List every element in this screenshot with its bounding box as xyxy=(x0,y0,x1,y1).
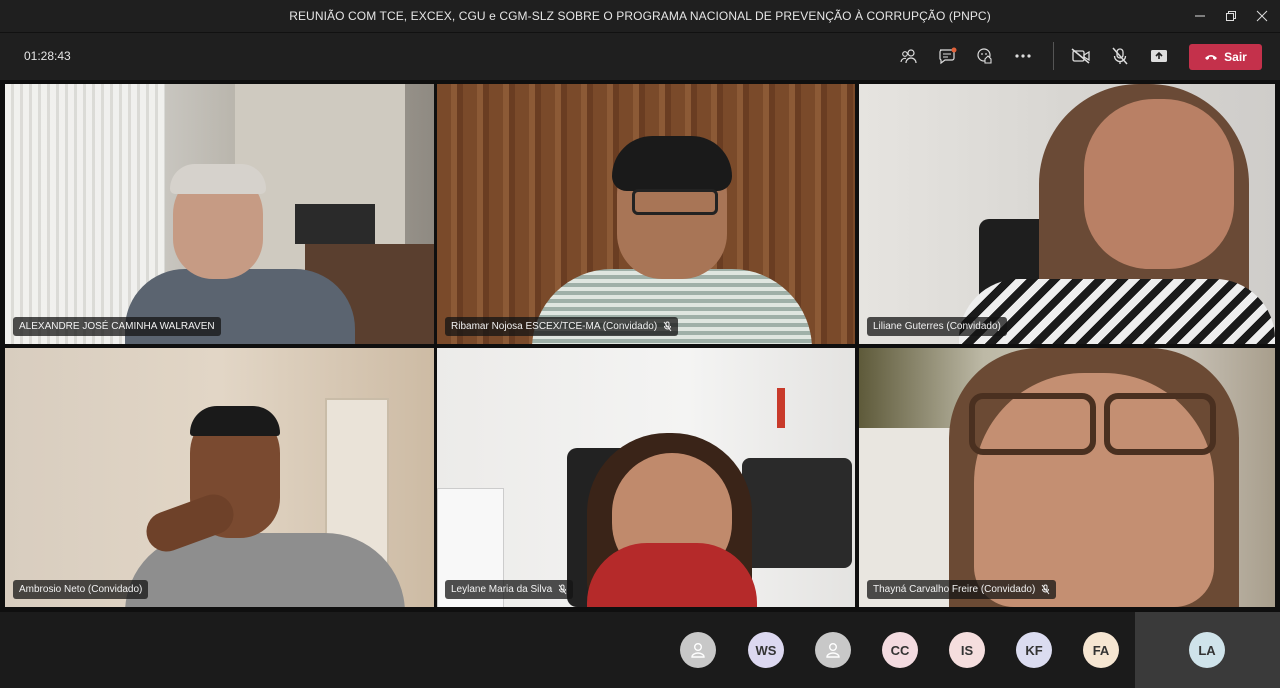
participant-name: Thayná Carvalho Freire (Convidado) xyxy=(873,584,1036,595)
self-avatar: LA xyxy=(1189,632,1225,668)
participant-name-label: Liliane Guterres (Convidado) xyxy=(867,317,1007,336)
person-icon xyxy=(826,643,840,658)
chat-icon[interactable] xyxy=(934,43,960,69)
more-options-icon[interactable] xyxy=(1010,43,1036,69)
video-feed xyxy=(5,348,434,607)
video-feed xyxy=(437,348,855,607)
video-tile[interactable]: Leylane Maria da Silva xyxy=(437,348,855,607)
video-tile[interactable]: ALEXANDRE JOSÉ CAMINHA WALRAVEN xyxy=(5,84,434,344)
mic-off-icon[interactable] xyxy=(1107,43,1133,69)
video-tile[interactable]: Liliane Guterres (Convidado) xyxy=(859,84,1275,344)
avatar-initials: KF xyxy=(1025,642,1043,658)
self-view-tile[interactable]: LA xyxy=(1135,612,1280,688)
participant-name: Liliane Guterres (Convidado) xyxy=(873,321,1001,332)
video-feed xyxy=(437,84,855,344)
participant-avatar[interactable]: IS xyxy=(949,632,985,668)
share-screen-icon[interactable] xyxy=(1146,43,1172,69)
avatar-initials: FA xyxy=(1092,642,1110,658)
video-feed xyxy=(5,84,434,344)
participant-name-label: Ribamar Nojosa ESCEX/TCE-MA (Convidado) xyxy=(445,317,679,336)
leave-button[interactable]: Sair xyxy=(1189,44,1262,70)
avatar-initials: WS xyxy=(755,642,777,658)
restore-icon[interactable] xyxy=(1221,6,1241,26)
participant-name-label: Ambrosio Neto (Convidado) xyxy=(13,580,149,599)
mic-off-icon xyxy=(663,321,672,332)
participant-name: Leylane Maria da Silva xyxy=(451,584,553,595)
video-tile[interactable]: Ambrosio Neto (Convidado) xyxy=(5,348,434,607)
toolbar-divider xyxy=(1053,42,1054,70)
leave-label: Sair xyxy=(1224,50,1247,64)
close-icon[interactable] xyxy=(1252,6,1272,26)
participant-avatar[interactable]: WS xyxy=(748,632,784,668)
participant-avatar[interactable]: CC xyxy=(882,632,918,668)
participant-avatar[interactable]: KF xyxy=(1016,632,1052,668)
minimize-icon[interactable] xyxy=(1190,6,1210,26)
avatar-initials: CC xyxy=(890,642,910,658)
participant-name-label: ALEXANDRE JOSÉ CAMINHA WALRAVEN xyxy=(13,317,221,336)
meeting-toolbar: 01:28:43 Sair xyxy=(0,33,1280,80)
avatar-initials: IS xyxy=(960,642,974,658)
participant-avatar[interactable] xyxy=(815,632,851,668)
title-bar: REUNIÃO COM TCE, EXCEX, CGU e CGM-SLZ SO… xyxy=(0,0,1280,33)
hang-up-icon xyxy=(1205,55,1218,60)
video-feed xyxy=(859,348,1275,607)
participant-name: ALEXANDRE JOSÉ CAMINHA WALRAVEN xyxy=(19,321,215,332)
participant-name-label: Leylane Maria da Silva xyxy=(445,580,574,599)
meeting-timer: 01:28:43 xyxy=(24,49,71,63)
camera-off-icon[interactable] xyxy=(1068,43,1094,69)
avatar-initials: LA xyxy=(1198,642,1216,658)
participant-name: Ribamar Nojosa ESCEX/TCE-MA (Convidado) xyxy=(451,321,658,332)
participant-name-label: Thayná Carvalho Freire (Convidado) xyxy=(867,580,1057,599)
participant-name: Ambrosio Neto (Convidado) xyxy=(19,584,143,595)
participant-avatar[interactable]: FA xyxy=(1083,632,1119,668)
mic-off-icon xyxy=(1041,584,1050,595)
participant-avatar[interactable] xyxy=(680,632,716,668)
meeting-title: REUNIÃO COM TCE, EXCEX, CGU e CGM-SLZ SO… xyxy=(289,9,991,23)
participant-strip: WS CC IS KF FA LA xyxy=(0,612,1280,688)
video-tile[interactable]: Thayná Carvalho Freire (Convidado) xyxy=(859,348,1275,607)
video-tile[interactable]: Ribamar Nojosa ESCEX/TCE-MA (Convidado) xyxy=(437,84,855,344)
video-feed xyxy=(859,84,1275,344)
participants-icon[interactable] xyxy=(896,43,922,69)
mic-off-icon xyxy=(558,584,567,595)
person-icon xyxy=(691,643,705,658)
reactions-icon[interactable] xyxy=(972,43,998,69)
